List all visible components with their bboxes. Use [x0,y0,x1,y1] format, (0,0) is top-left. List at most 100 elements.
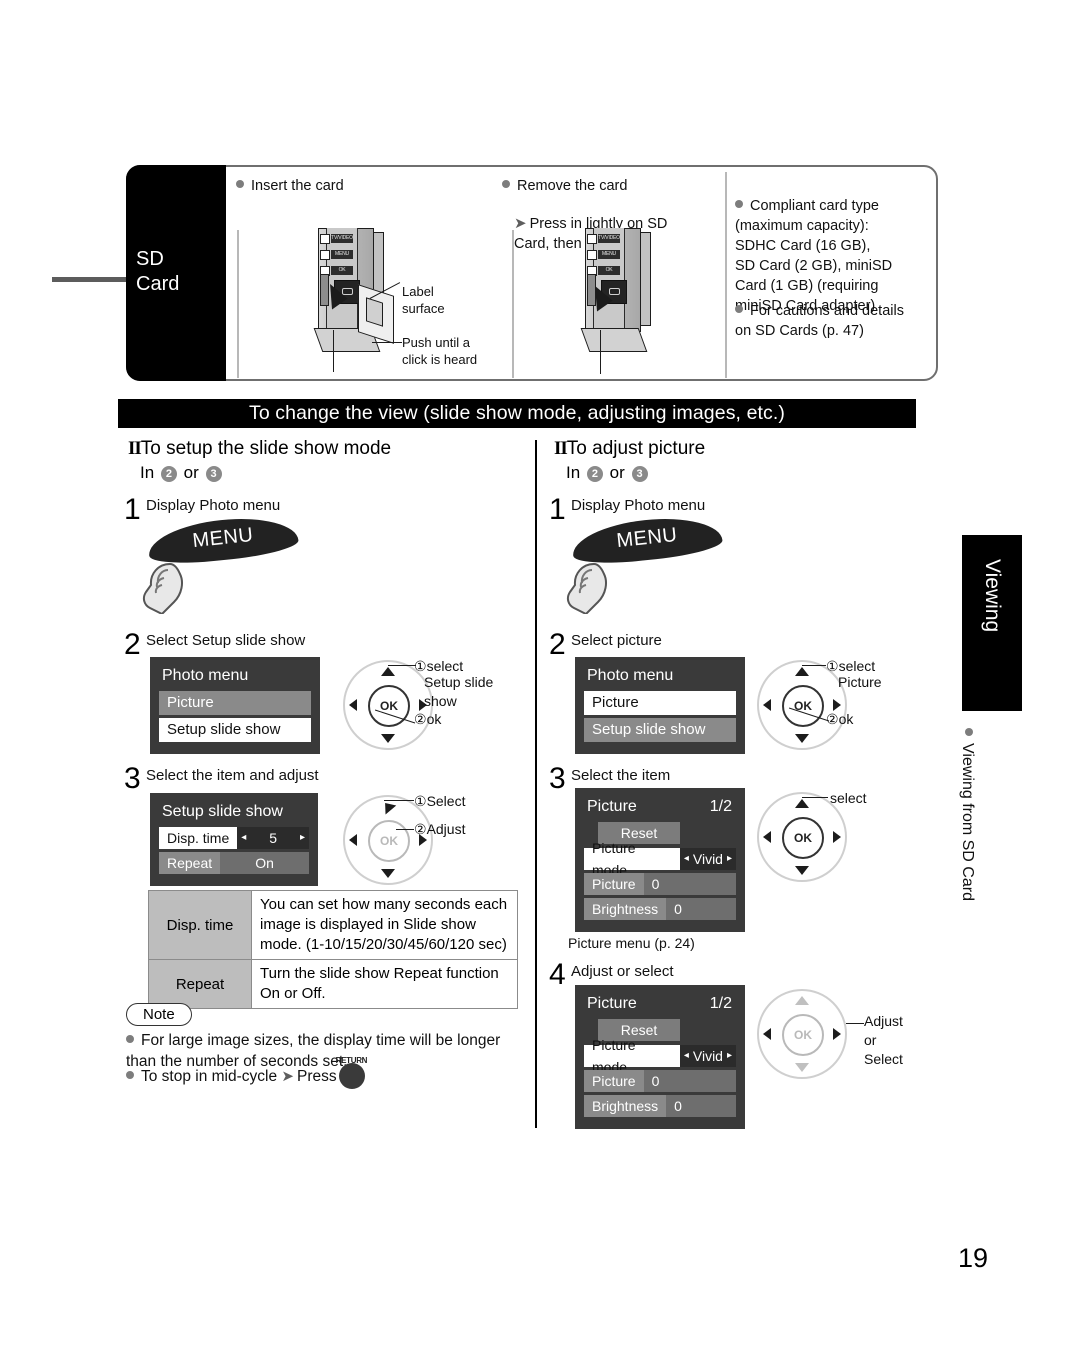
osd-row-value-wrap: 0 [666,898,736,920]
nav-ok-button[interactable]: OK [368,820,410,862]
nav-right-icon[interactable] [833,831,841,843]
sd-card-tab: SD Card [126,165,226,381]
arrow-right-icon[interactable]: ▸ [723,1045,736,1067]
callout-label-surface: Label surface [402,284,445,316]
nav-ok-button[interactable]: OK [782,685,824,727]
left-step3-note2: ②Adjust [414,821,466,837]
device-pad-inner [609,288,620,295]
device-button-strip [593,228,625,330]
bullet-icon [735,200,743,208]
osd-item-picture[interactable]: Picture [159,691,311,715]
osd-item-setup-slide-show[interactable]: Setup slide show [159,718,311,742]
nav-down-icon[interactable] [381,734,395,743]
nav-ok-button[interactable]: OK [782,1014,824,1056]
osd-row-label: Picture [584,873,644,895]
device-illustration-remove: TV/VIDEO MENU OK [567,228,697,378]
osd-row-value: 0 [674,901,682,917]
sd-card-cautions-text: For cautions and details on SD Cards (p.… [735,303,904,339]
osd-row-value-wrap: ◂ Vivid ▸ [679,848,736,870]
arrow-left-icon[interactable]: ◂ [680,848,693,870]
right-step3-text: Select the item [571,767,671,784]
sd-card-tab-label: SD Card [136,248,180,295]
bullet-icon [965,728,973,736]
left-step2-number: 2 [124,628,141,661]
return-button-icon[interactable]: RETURN [336,1056,367,1089]
sd-card-label-area [366,297,383,327]
osd-row-repeat[interactable]: Repeat On [159,852,309,874]
nav-down-icon[interactable] [381,869,395,878]
bullet-icon [126,1071,134,1079]
table-row: Disp. time You can set how many seconds … [148,890,518,960]
right-photo-menu-osd: Photo menu Picture Setup slide show [575,657,745,754]
nav-left-icon[interactable] [349,699,357,711]
osd-row-picture-mode[interactable]: Picture mode ◂ Vivid ▸ [584,1037,736,1075]
nav-ok-button[interactable]: OK [782,817,824,859]
nav-left-icon[interactable] [763,1028,771,1040]
osd-row-value-wrap: On [220,852,309,874]
osd-row-picture-mode[interactable]: Picture mode ◂ Vivid ▸ [584,840,736,878]
nav-up-icon[interactable] [795,667,809,676]
callout-leader-3 [333,330,335,372]
table-cell-value: You can set how many seconds each image … [251,890,518,960]
device-button-strip [326,228,358,330]
nav-down-icon[interactable] [795,866,809,875]
left-step3-number: 3 [124,762,141,795]
wheel-leader-1 [802,665,826,667]
note-item-2: To stop in mid-cycle ➤ Press RETURN [126,1056,526,1089]
osd-row-value: 0 [674,1098,682,1114]
osd-row-disp-time[interactable]: Disp. time ◂ 5 ▸ [159,827,309,849]
left-step3-text: Select the item and adjust [146,767,319,784]
nav-down-icon[interactable] [795,1063,809,1072]
remove-card-heading: Remove the card [502,176,717,196]
arrow-left-icon[interactable]: ◂ [680,1045,693,1067]
nav-ok-button[interactable]: OK [368,685,410,727]
left-section-subheading: In 2 or 3 [140,463,224,483]
arrow-right-icon: ➤ [514,215,527,232]
arrow-right-icon[interactable]: ▸ [296,827,309,849]
column-divider [535,440,537,1128]
right-section-subheading: In 2 or 3 [566,463,650,483]
osd-row-label: Picture mode [584,840,680,878]
device-led-2 [320,250,330,260]
nav-up-icon[interactable] [381,667,395,676]
osd-item-setup-slide-show[interactable]: Setup slide show [584,718,736,742]
osd-row-picture[interactable]: Picture 0 [584,1070,736,1092]
osd-item-picture[interactable]: Picture [584,691,736,715]
osd-row-picture[interactable]: Picture 0 [584,873,736,895]
side-tab-subtext: Viewing from SD Card [958,728,976,901]
nav-up-icon[interactable] [795,996,809,1005]
osd-row-value: 0 [651,1073,660,1089]
right-picture-osd-step4: 1/2 Picture Reset Picture mode ◂ Vivid ▸… [575,985,745,1129]
arrow-right-icon[interactable]: ▸ [723,848,736,870]
roman-numeral-marker: II [554,438,568,459]
right-step2-note1-sub: Picture [838,674,882,690]
nav-down-icon[interactable] [795,734,809,743]
arrow-left-icon[interactable]: ◂ [237,827,250,849]
device-led-2 [587,250,597,260]
osd-row-brightness[interactable]: Brightness 0 [584,1095,736,1117]
right-step1-number: 1 [549,493,566,526]
right-step4-number: 4 [549,958,566,991]
nav-right-icon[interactable] [833,1028,841,1040]
osd-title: 1/2 Picture [587,995,732,1012]
nav-left-icon[interactable] [349,834,357,846]
osd-row-value-wrap: ◂ Vivid ▸ [679,1045,736,1067]
nav-left-icon[interactable] [763,699,771,711]
right-step4-note1: Adjust or Select [864,1013,903,1067]
osd-row-brightness[interactable]: Brightness 0 [584,898,736,920]
osd-row-value: On [255,855,274,871]
side-tab: Viewing [962,535,1022,711]
device-door-flap [580,328,648,352]
nav-up-icon[interactable] [795,799,809,808]
roman-numeral-marker: II [128,438,142,459]
osd-row-value: 5 [269,830,278,846]
nav-left-icon[interactable] [763,831,771,843]
wheel3-leader-1 [384,800,414,802]
right-step4-nav-wheel[interactable]: OK [757,989,847,1079]
callout-leader-4 [600,330,602,374]
osd-title: Setup slide show [162,803,283,820]
osd-row-value: Vivid [692,851,723,867]
device-tvvideo-button: TV/VIDEO [331,234,353,243]
osd-row-label: Repeat [159,852,221,874]
right-section-heading: IITo adjust picture [554,438,706,459]
